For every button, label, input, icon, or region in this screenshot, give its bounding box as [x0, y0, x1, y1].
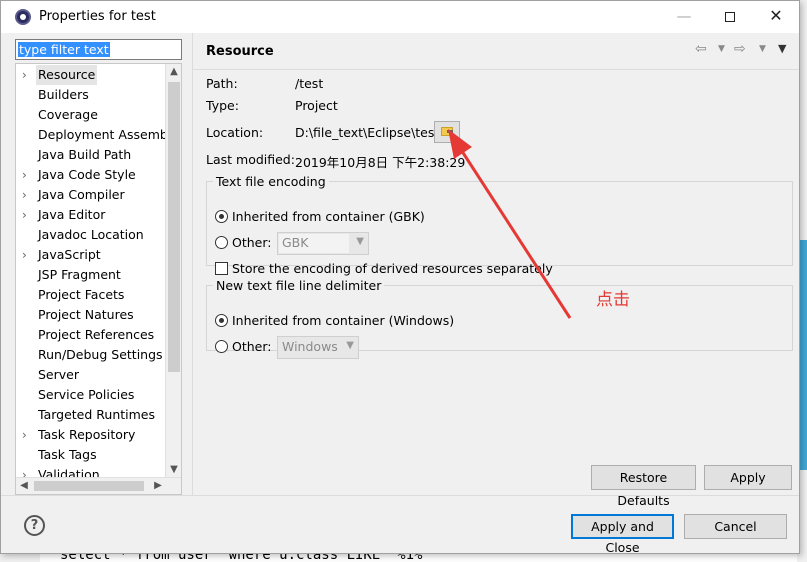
location-label: Location: — [206, 125, 264, 140]
close-button[interactable]: ✕ — [753, 1, 799, 33]
tree-item-label: JavaScript — [38, 247, 101, 262]
maximize-icon — [725, 11, 735, 22]
title-bar: Properties for test — ✕ — [1, 1, 799, 33]
scroll-right-icon[interactable]: ▶ — [150, 478, 166, 494]
delimiter-inherited-radio[interactable]: Inherited from container (Windows) — [215, 312, 454, 330]
tree-item-label: Task Repository — [38, 427, 136, 442]
tree-item-label: Project Facets — [38, 287, 125, 302]
property-page-tree: › Resource Builders Coverage Deployment Asse… — [15, 63, 182, 495]
encoding-other-label: Other: — [232, 235, 272, 250]
red-annotation-arrow — [448, 129, 572, 319]
back-menu-chevron-icon[interactable]: ▼ — [718, 41, 725, 57]
tree-item-label: Project Natures — [38, 307, 134, 322]
properties-dialog: Properties for test — ✕ type filter text… — [0, 0, 800, 555]
background-code-line: select * from user where u.class LIKE '%… — [60, 554, 431, 562]
tree-item-label: Java Code Style — [38, 167, 136, 182]
eclipse-app-icon — [15, 9, 31, 25]
line-delimiter-legend: New text file line delimiter — [216, 278, 382, 293]
tree-item-label: Project References — [38, 327, 155, 342]
window-title: Properties for test — [39, 9, 156, 24]
tree-item-label: Builders — [38, 87, 89, 102]
chevron-right-icon[interactable]: › — [22, 205, 32, 225]
apply-and-close-button[interactable]: Apply and Close — [571, 514, 674, 555]
filter-input[interactable]: type filter text — [15, 39, 182, 60]
tree-item-label: Targeted Runtimes — [38, 407, 155, 422]
tree-item-label: Server — [38, 367, 79, 382]
scroll-down-icon[interactable]: ▼ — [166, 462, 181, 478]
location-value: D:\file_text\Eclipse\test — [295, 125, 440, 140]
radio-unselected-icon — [215, 340, 228, 353]
encoding-other-select[interactable]: GBK ▼ — [277, 232, 369, 255]
tree-item-label: Resource — [36, 65, 98, 85]
annotation-arrow-shaft — [456, 144, 572, 319]
radio-selected-icon — [215, 210, 228, 223]
delimiter-select-value: Windows — [282, 339, 338, 354]
filter-input-text: type filter text — [18, 42, 110, 57]
restore-defaults-button[interactable]: Restore Defaults — [591, 465, 696, 508]
help-icon[interactable]: ? — [24, 515, 45, 536]
tree-horizontal-scrollbar[interactable]: ◀ ▶ — [16, 477, 181, 494]
back-arrow-icon[interactable]: ⇦ — [695, 41, 707, 57]
tree-item-label: Coverage — [38, 107, 98, 122]
checkbox-unchecked-icon — [215, 262, 228, 275]
tree-item-label: JSP Fragment — [38, 267, 121, 282]
encoding-inherited-label: Inherited from container (GBK) — [232, 209, 425, 224]
radio-unselected-icon — [215, 236, 228, 249]
delimiter-other-select[interactable]: Windows ▼ — [277, 336, 359, 359]
tree-item-label: Deployment Assembly — [38, 127, 179, 142]
radio-selected-icon — [215, 314, 228, 327]
page-title: Resource — [206, 44, 274, 59]
view-menu-icon[interactable]: ▼ — [778, 41, 786, 57]
tree-item-label: Task Tags — [38, 447, 97, 462]
text-encoding-legend: Text file encoding — [216, 174, 326, 189]
apply-button[interactable]: Apply — [704, 465, 792, 490]
chevron-right-icon[interactable]: › — [22, 185, 32, 205]
maximize-button[interactable] — [707, 1, 753, 33]
forward-arrow-icon[interactable]: ⇨ — [734, 41, 746, 57]
tree-item-label: Java Build Path — [38, 147, 132, 162]
annotation-text: 点击 — [596, 290, 630, 310]
chevron-right-icon[interactable]: › — [22, 245, 32, 265]
chevron-right-icon[interactable]: › — [22, 425, 32, 445]
button-bar-separator — [1, 495, 799, 496]
delimiter-other-radio[interactable]: Other: — [215, 338, 271, 356]
tree-item-label: Service Policies — [38, 387, 135, 402]
chevron-right-icon[interactable]: › — [22, 165, 32, 185]
chevron-down-icon: ▼ — [346, 340, 354, 351]
last-modified-label: Last modified: — [206, 152, 295, 167]
scroll-left-icon[interactable]: ◀ — [16, 478, 32, 494]
encoding-select-value: GBK — [282, 235, 309, 250]
type-label: Type: — [206, 98, 239, 113]
tree-scroll-thumb[interactable] — [168, 82, 180, 372]
forward-menu-chevron-icon[interactable]: ▼ — [759, 41, 766, 57]
title-separator — [193, 69, 799, 70]
tree-hscroll-thumb[interactable] — [34, 481, 144, 491]
type-value: Project — [295, 98, 338, 113]
path-value: /test — [295, 76, 324, 91]
chevron-right-icon[interactable]: › — [22, 65, 32, 85]
chevron-down-icon: ▼ — [356, 236, 364, 247]
background-code-editor: select * from user where u.class LIKE '%… — [40, 554, 797, 562]
tree-item-label: Java Editor — [38, 207, 106, 222]
delimiter-other-label: Other: — [232, 339, 272, 354]
minimize-button[interactable]: — — [661, 1, 707, 33]
tree-item-label: Run/Debug Settings — [38, 347, 163, 362]
tree-item-label: Java Compiler — [38, 187, 125, 202]
encoding-other-radio[interactable]: Other: — [215, 234, 271, 252]
tree-vertical-scrollbar[interactable]: ▲ ▼ — [165, 64, 181, 478]
scroll-up-icon[interactable]: ▲ — [166, 64, 181, 80]
annotation-arrow-head — [448, 129, 472, 159]
tree-item-label: Javadoc Location — [38, 227, 144, 242]
delimiter-inherited-label: Inherited from container (Windows) — [232, 313, 455, 328]
cancel-button[interactable]: Cancel — [684, 514, 787, 539]
encoding-inherited-radio[interactable]: Inherited from container (GBK) — [215, 208, 425, 226]
path-label: Path: — [206, 76, 238, 91]
